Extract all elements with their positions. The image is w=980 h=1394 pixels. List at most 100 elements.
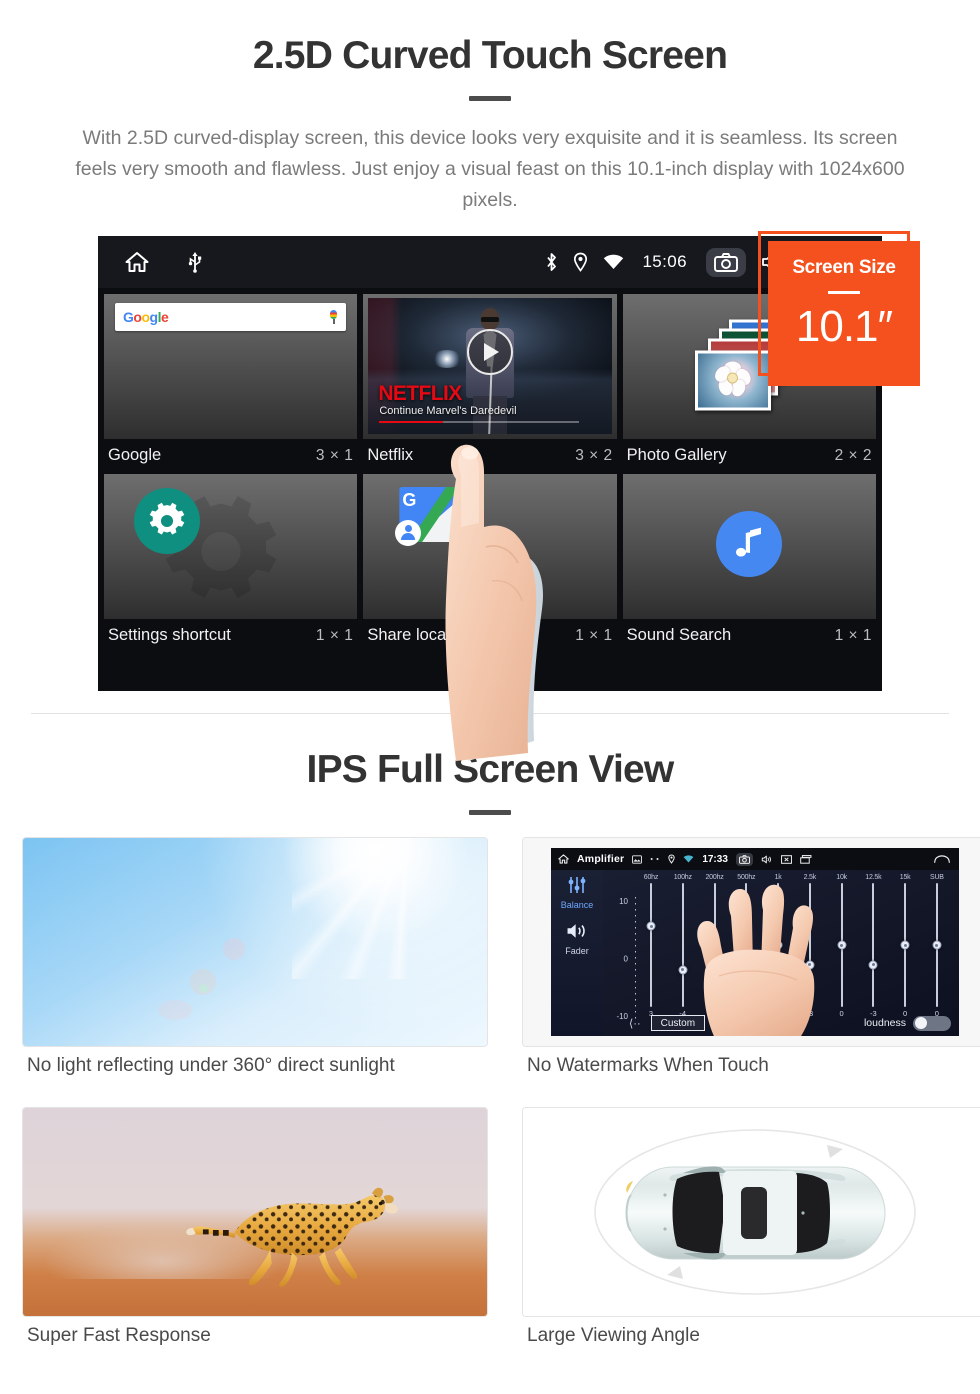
eq-slider[interactable] [637, 883, 665, 1007]
netflix-brand: NETFLIX [378, 382, 462, 405]
widget-google[interactable]: Google Google 3 × 1 [104, 294, 358, 474]
settings-shortcut-widget[interactable] [104, 474, 358, 619]
close-icon[interactable] [780, 854, 792, 864]
widget-size: 2 × 2 [834, 446, 872, 464]
amplifier-sidebar: Balance Fader [551, 870, 603, 1036]
recents-icon[interactable] [800, 854, 812, 864]
amplifier-screen-image: Amplifier 17:33 Balance Fader 60hz 100hz… [522, 837, 980, 1047]
card-caption: No Watermarks When Touch [527, 1055, 769, 1076]
car-viewing-angle-diagram [594, 1129, 916, 1295]
widget-netflix[interactable]: NETFLIX Continue Marvel's Daredevil Netf… [363, 294, 617, 474]
title-divider [469, 96, 511, 101]
eq-slider[interactable] [923, 883, 951, 1007]
headlight-glow [431, 349, 462, 368]
amplifier-title: Amplifier [577, 853, 625, 865]
play-button-icon[interactable] [466, 329, 513, 376]
widget-label: Photo Gallery [626, 446, 727, 464]
lens-flare [199, 983, 209, 993]
camera-icon[interactable] [706, 247, 746, 277]
status-bar-clock: 15:06 [642, 252, 687, 271]
lens-flare [157, 1000, 192, 1021]
share-location-widget[interactable]: G [363, 474, 617, 619]
loudness-toggle[interactable] [913, 1015, 951, 1031]
hand-touching-equalizer [679, 876, 829, 1036]
lens-flare [222, 937, 245, 960]
widget-label: Settings shortcut [108, 626, 231, 644]
settings-gear-icon[interactable] [134, 488, 200, 554]
netflix-widget[interactable]: NETFLIX Continue Marvel's Daredevil [363, 294, 617, 439]
mic-icon[interactable] [329, 310, 338, 324]
home-icon[interactable] [124, 251, 150, 273]
card-caption: No light reflecting under 360° direct su… [27, 1055, 395, 1076]
feature-card-cheetah: Super Fast Response [22, 1107, 488, 1363]
page-dot[interactable] [450, 681, 472, 684]
loudness-label: loudness [863, 1017, 906, 1029]
page-indicator[interactable] [450, 681, 530, 684]
widget-label: Google [108, 446, 162, 464]
widget-sound-search[interactable]: Sound Search 1 × 1 [622, 474, 876, 654]
cherry-blossom [712, 361, 754, 399]
band-label: 10k [836, 874, 847, 881]
widget-share-location[interactable]: G Share location 1 × 1 [363, 474, 617, 654]
badge-value: 10.1″ [795, 302, 893, 351]
scale-mid: 0 [623, 954, 628, 964]
camera-icon[interactable] [735, 852, 753, 866]
cheetah-figure [186, 1187, 399, 1287]
eq-slider[interactable] [891, 883, 919, 1007]
feature-card-sunlight: No light reflecting under 360° direct su… [22, 837, 488, 1093]
netflix-progress-bar [379, 420, 580, 423]
band-label: 12.5k [865, 874, 882, 881]
badge-divider [828, 291, 860, 294]
widget-size: 1 × 1 [575, 626, 613, 644]
more-icon[interactable] [650, 857, 660, 861]
back-arrow-icon[interactable]: ⟨·· [629, 1017, 641, 1030]
back-arrow-icon[interactable] [934, 854, 952, 864]
page-dot-active[interactable] [508, 681, 530, 684]
widget-size: 1 × 1 [315, 626, 354, 644]
netflix-artwork: NETFLIX Continue Marvel's Daredevil [368, 298, 612, 434]
band-label: 15k [899, 874, 911, 881]
eq-slider[interactable] [828, 883, 856, 1007]
google-search-bar[interactable]: Google [115, 303, 347, 331]
page-dot[interactable] [479, 681, 501, 684]
section2-title-divider [469, 810, 511, 815]
sun-rays [292, 838, 487, 980]
card-caption: Large Viewing Angle [527, 1325, 700, 1346]
fader-control[interactable]: Fader [551, 922, 603, 956]
widget-settings-shortcut[interactable]: Settings shortcut 1 × 1 [104, 474, 358, 654]
google-search-widget[interactable]: Google [104, 294, 358, 439]
device-screenshot-wrapper: 15:06 Google Google 3 × 1 NETFLIX Contin… [98, 231, 920, 761]
car-top-view-image [522, 1107, 980, 1317]
netflix-subtitle: Continue Marvel's Daredevil [379, 405, 517, 417]
page-title: 2.5D Curved Touch Screen [252, 34, 728, 77]
google-maps-icon[interactable]: G [395, 487, 460, 546]
location-icon [573, 252, 588, 272]
card-caption: Super Fast Response [27, 1325, 211, 1346]
feature-card-car: Large Viewing Angle [522, 1107, 980, 1363]
amplifier-status-bar: Amplifier 17:33 [551, 848, 959, 870]
widget-size: 3 × 2 [575, 446, 613, 464]
scale-bottom: -10 [616, 1012, 628, 1021]
balance-control[interactable]: Balance [551, 876, 603, 910]
gallery-icon[interactable] [632, 854, 643, 864]
ips-full-screen-view-section: IPS Full Screen View No light reflecting… [0, 714, 980, 1363]
widget-size: 3 × 1 [315, 446, 354, 464]
band-label: 60hz [643, 874, 659, 881]
badge-label: Screen Size [792, 257, 896, 278]
sound-search-widget[interactable] [622, 474, 876, 619]
screen-size-badge: Screen Size 10.1″ [768, 241, 920, 386]
volume-icon[interactable] [761, 855, 773, 864]
widget-label: Netflix [367, 446, 414, 464]
bluetooth-icon [545, 252, 558, 272]
home-icon[interactable] [558, 854, 569, 864]
eq-slider[interactable] [859, 883, 887, 1007]
music-note-icon[interactable] [716, 510, 783, 577]
person-avatar-icon [395, 520, 422, 546]
amplifier-ui: Amplifier 17:33 Balance Fader 60hz 100hz… [551, 848, 959, 1036]
section-description: With 2.5D curved-display screen, this de… [75, 127, 905, 211]
widget-label: Share location [367, 626, 473, 644]
feature-card-amplifier: Amplifier 17:33 Balance Fader 60hz 100hz… [522, 837, 980, 1093]
widget-size: 1 × 1 [834, 626, 872, 644]
wifi-icon [683, 855, 694, 863]
wifi-icon [603, 254, 624, 270]
